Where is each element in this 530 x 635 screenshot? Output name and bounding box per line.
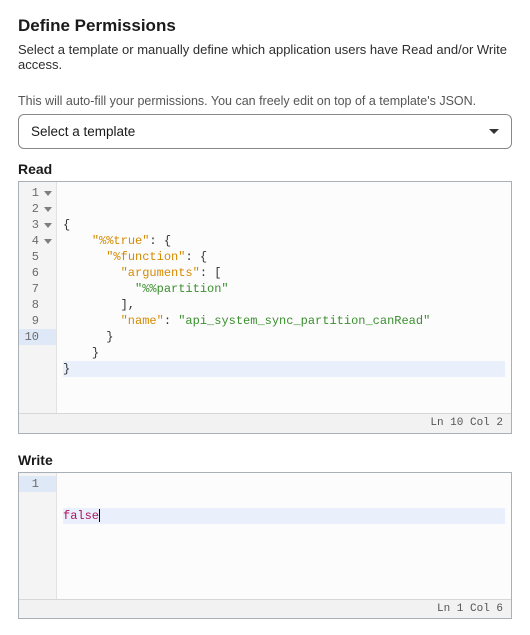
code-line[interactable]: } xyxy=(63,345,505,361)
text-cursor xyxy=(99,509,100,522)
read-label: Read xyxy=(18,161,512,177)
page-title: Define Permissions xyxy=(18,16,512,36)
fullscreen-icon[interactable] xyxy=(485,192,501,208)
line-number: 5 xyxy=(19,249,56,265)
code-line[interactable]: "name": "api_system_sync_partition_canRe… xyxy=(63,313,505,329)
fold-icon[interactable] xyxy=(44,207,52,212)
code-line[interactable]: { xyxy=(63,217,505,233)
code-line[interactable]: false xyxy=(63,508,505,524)
code-line[interactable]: "%%true": { xyxy=(63,233,505,249)
template-select-placeholder: Select a template xyxy=(31,124,135,139)
read-editor[interactable]: 12345678910 { "%%true": { "%function": {… xyxy=(18,181,512,434)
template-helper-text: This will auto-fill your permissions. Yo… xyxy=(18,94,512,108)
fold-icon[interactable] xyxy=(44,191,52,196)
read-status-bar: Ln 10 Col 2 xyxy=(19,413,511,433)
code-line[interactable]: "arguments": [ xyxy=(63,265,505,281)
read-code[interactable]: { "%%true": { "%function": { "arguments"… xyxy=(57,182,511,413)
write-status-bar: Ln 1 Col 6 xyxy=(19,599,511,619)
line-number: 6 xyxy=(19,265,56,281)
write-gutter: 1 xyxy=(19,473,57,599)
line-number: 2 xyxy=(19,201,56,217)
template-select[interactable]: Select a template xyxy=(18,114,512,149)
write-code[interactable]: false xyxy=(57,473,511,599)
line-number: 3 xyxy=(19,217,56,233)
line-number: 1 xyxy=(19,185,56,201)
line-number: 10 xyxy=(19,329,56,345)
code-line[interactable]: ], xyxy=(63,297,505,313)
write-label: Write xyxy=(18,452,512,468)
chevron-down-icon xyxy=(489,129,499,134)
fold-icon[interactable] xyxy=(44,223,52,228)
code-line[interactable]: "%function": { xyxy=(63,249,505,265)
code-line[interactable]: } xyxy=(63,329,505,345)
line-number: 9 xyxy=(19,313,56,329)
fullscreen-icon[interactable] xyxy=(485,483,501,499)
write-editor[interactable]: 1 false Ln 1 Col 6 xyxy=(18,472,512,620)
code-line[interactable]: } xyxy=(63,361,505,377)
line-number: 4 xyxy=(19,233,56,249)
line-number: 1 xyxy=(19,476,56,492)
code-line[interactable]: "%%partition" xyxy=(63,281,505,297)
line-number: 7 xyxy=(19,281,56,297)
fold-icon[interactable] xyxy=(44,239,52,244)
read-gutter: 12345678910 xyxy=(19,182,57,413)
line-number: 8 xyxy=(19,297,56,313)
page-subtitle: Select a template or manually define whi… xyxy=(18,42,512,72)
